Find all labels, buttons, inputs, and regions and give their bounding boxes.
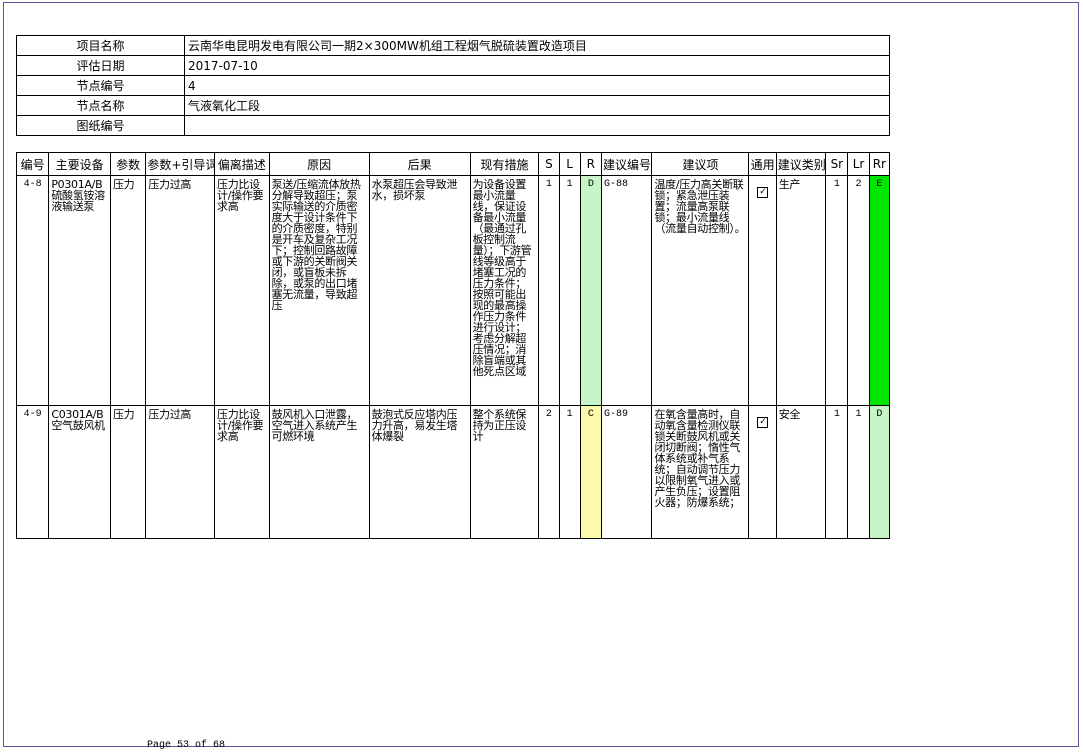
row-param: 压力 [109,175,147,406]
info-row-eval-date: 评估日期 2017-07-10 [16,55,890,76]
col-header-cause: 原因 [268,152,370,176]
page-footer: Page 53 of 68 [147,740,226,751]
row-measures: 为设备设置最小流量线，保证设备最小流量（最通过孔板控制流量）；下游管线等级高于堵… [469,175,540,406]
row-equipment: P0301A/B硫酸氢铵溶液输送泵 [48,175,111,406]
row-consequence: 鼓泡式反应塔内压力升高，易发生塔体爆裂 [368,405,471,539]
row-s: 2 [538,405,560,539]
row-id: 4-8 [15,175,50,406]
row-lr: 2 [847,175,870,406]
row-recommendation: 温度/压力高关断联锁；紧急泄压装置；流量高泵联锁；最小流量线（流量自动控制）。 [651,175,750,406]
info-value: 云南华电昆明发电有限公司一期2×300MW机组工程烟气脱硫装置改造项目 [184,35,890,56]
general-checkbox[interactable]: ✓ [757,417,769,428]
info-row-drawing-number: 图纸编号 [16,115,890,136]
row-general: ✓ [748,405,777,539]
col-header-deviation: 偏离描述 [214,152,270,176]
info-label: 评估日期 [16,55,185,76]
row-l: 1 [558,405,581,539]
table-row: 4-9 C0301A/B空气鼓风机 压力 压力过高 压力比设计/操作要求高 鼓风… [15,405,891,539]
info-row-project-name: 项目名称 云南华电昆明发电有限公司一期2×300MW机组工程烟气脱硫装置改造项目 [16,35,890,56]
col-header-rec-no: 建议编号 [600,152,653,176]
col-header-l: L [558,152,581,176]
row-consequence: 水泵超压会导致泄水，损坏泵 [368,175,471,406]
col-header-guide: 参数+引导词 [145,152,216,176]
info-label: 节点编号 [16,75,185,96]
info-label: 节点名称 [16,95,185,116]
info-value: 2017-07-10 [184,55,890,76]
row-rr: D [868,405,891,539]
col-header-param: 参数 [109,152,147,176]
col-header-recommendation: 建议项 [651,152,750,176]
info-value: 气液氧化工段 [184,95,890,116]
info-label: 项目名称 [16,35,185,56]
row-cause: 鼓风机入口泄露，空气进入系统产生可燃环境 [268,405,370,539]
row-sr: 1 [825,405,849,539]
row-guide: 压力过高 [145,175,216,406]
row-r: D [579,175,602,406]
col-header-sr: Sr [825,152,849,176]
info-row-node-number: 节点编号 4 [16,75,890,96]
row-sr: 1 [825,175,849,406]
info-value [184,115,890,136]
info-value: 4 [184,75,890,96]
row-rr: E [868,175,891,406]
col-header-lr: Lr [847,152,870,176]
row-category: 安全 [775,405,827,539]
hazop-table: 编号 主要设备 参数 参数+引导词 偏离描述 原因 后果 现有措施 S L R … [15,152,891,539]
row-general: ✓ [748,175,777,406]
col-header-category: 建议类别 [775,152,827,176]
row-deviation: 压力比设计/操作要求高 [214,175,270,406]
row-equipment: C0301A/B空气鼓风机 [48,405,111,539]
row-rec-no: G-89 [600,405,653,539]
col-header-r: R [579,152,602,176]
row-deviation: 压力比设计/操作要求高 [214,405,270,539]
project-info-table: 项目名称 云南华电昆明发电有限公司一期2×300MW机组工程烟气脱硫装置改造项目… [16,35,890,136]
row-guide: 压力过高 [145,405,216,539]
col-header-rr: Rr [868,152,891,176]
col-header-consequence: 后果 [368,152,471,176]
row-lr: 1 [847,405,870,539]
table-row: 4-8 P0301A/B硫酸氢铵溶液输送泵 压力 压力过高 压力比设计/操作要求… [15,175,891,406]
info-label: 图纸编号 [16,115,185,136]
row-r: C [579,405,602,539]
header-row: 编号 主要设备 参数 参数+引导词 偏离描述 原因 后果 现有措施 S L R … [15,152,891,176]
row-cause: 泵送/压缩流体放热分解导致超压；泵实际输送的介质密度大于设计条件下的介质密度，特… [268,175,370,406]
col-header-general: 通用 [748,152,777,176]
general-checkbox[interactable]: ✓ [757,187,769,198]
row-category: 生产 [775,175,827,406]
col-header-id: 编号 [15,152,50,176]
col-header-measures: 现有措施 [469,152,540,176]
row-param: 压力 [109,405,147,539]
row-rec-no: G-88 [600,175,653,406]
report-page: 项目名称 云南华电昆明发电有限公司一期2×300MW机组工程烟气脱硫装置改造项目… [3,2,1079,751]
info-row-node-name: 节点名称 气液氧化工段 [16,95,890,116]
row-id: 4-9 [15,405,50,539]
col-header-s: S [538,152,560,176]
col-header-equipment: 主要设备 [48,152,111,176]
row-s: 1 [538,175,560,406]
row-measures: 整个系统保持为正压设计 [469,405,540,539]
row-recommendation: 在氧含量高时，自动氧含量检测仪联锁关断鼓风机或关闭切断阀；惰性气体系统或补气系统… [651,405,750,539]
row-l: 1 [558,175,581,406]
